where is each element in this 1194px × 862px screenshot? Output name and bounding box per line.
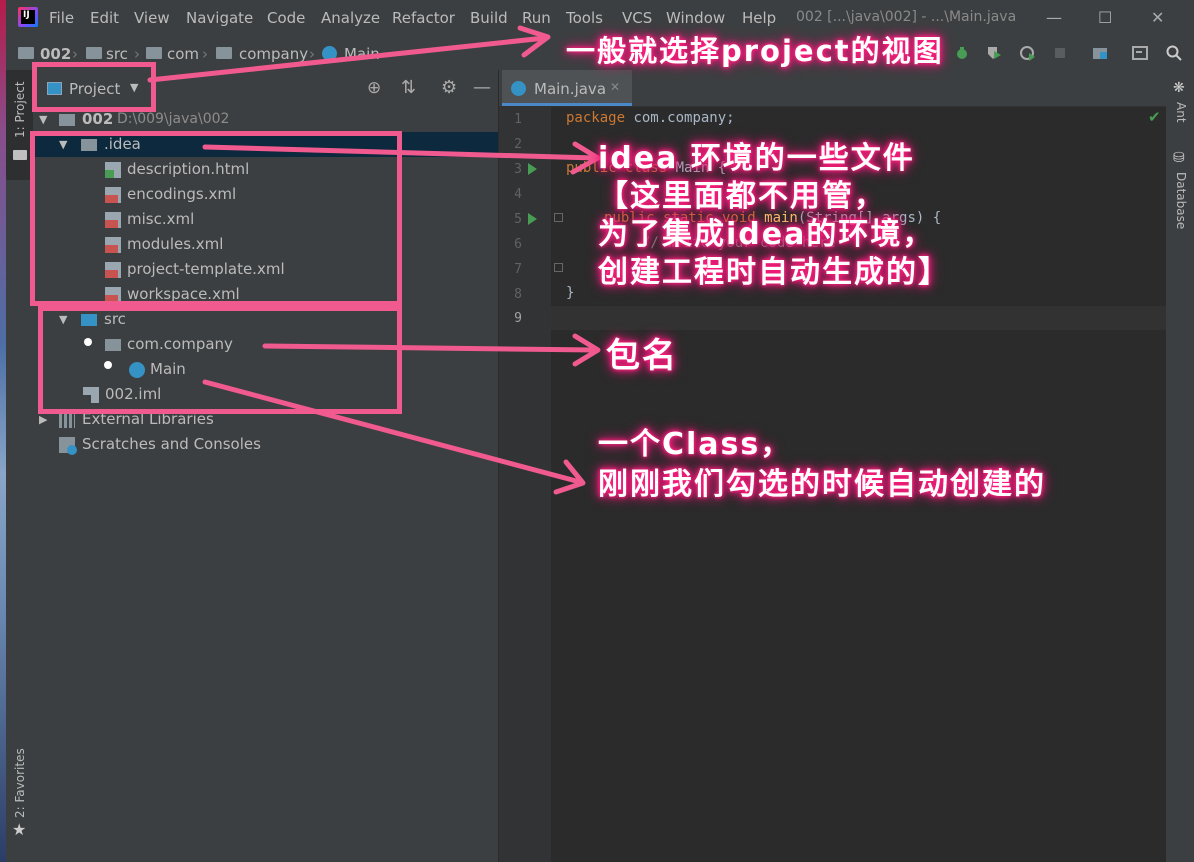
arrow-line (202, 144, 598, 161)
annotation-dot (84, 338, 92, 346)
annotation-line: 创建工程时自动生成的】 (598, 255, 950, 290)
arrow-line (262, 343, 598, 353)
annotation-line: 【这里面都不用管， (598, 179, 886, 214)
annotation-line: 为了集成idea的环境， (598, 217, 935, 252)
arrow-line (147, 35, 548, 83)
annotation-project-view: 一般就选择project的视图 (566, 34, 944, 68)
annotation-dot (104, 361, 112, 369)
annotation-package-name: 包名 (606, 336, 678, 376)
arrow-line (202, 379, 583, 485)
annotation-idea-files: idea 环境的一些文件 【这里面都不用管， 为了集成idea的环境， 创建工程… (598, 140, 950, 292)
annotation-line: idea 环境的一些文件 (598, 141, 915, 176)
annotation-class: 一个Class， 刚刚我们勾选的时候自动创建的 (598, 425, 1046, 505)
annotation-line: 一个Class， (598, 427, 793, 462)
annotation-line: 刚刚我们勾选的时候自动创建的 (598, 467, 1046, 502)
